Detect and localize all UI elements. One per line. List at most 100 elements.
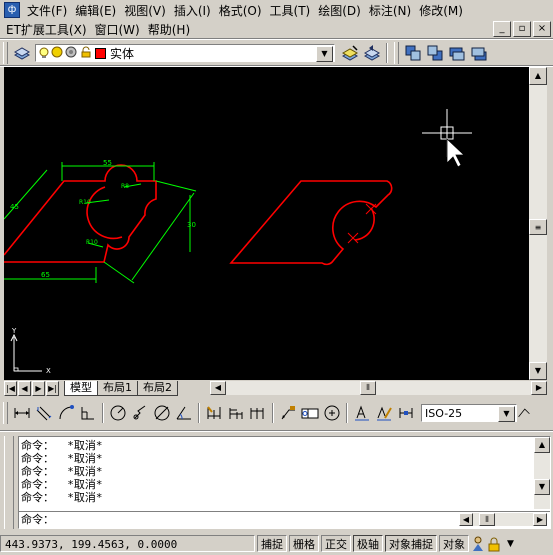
dim-bottom-line [4,267,97,283]
tab-layout2[interactable]: 布局2 [137,380,178,396]
command-scrollbar[interactable]: ▲ ▼ [534,437,550,509]
minimize-icon[interactable]: _ [493,21,511,37]
command-window-grip[interactable] [4,436,14,529]
horizontal-scrollbar[interactable]: ◀ ⦀ ▶ [210,381,547,395]
dim-diameter-icon[interactable] [151,402,173,424]
scroll-down-icon[interactable]: ▼ [534,479,550,495]
menu-format[interactable]: 格式(O) [215,2,266,19]
bring-to-front-icon[interactable] [402,42,424,64]
prev-tab-icon[interactable]: ◀ [18,380,31,396]
polar-toggle[interactable]: 极轴 [353,535,383,552]
osnap-toggle[interactable]: 对象捕捉 [385,535,437,552]
scroll-down-icon[interactable]: ▼ [529,362,547,380]
dim-edit-icon[interactable] [351,402,373,424]
scroll-right-icon[interactable]: ▶ [533,513,547,526]
first-tab-icon[interactable]: |◀ [4,380,17,396]
hscroll-thumb[interactable]: ⦀ [360,381,376,395]
quick-leader-icon[interactable] [277,402,299,424]
dim-top-text: 55 [103,159,112,167]
dim-ordinate-icon[interactable] [77,402,99,424]
tolerance-icon[interactable] [299,402,321,424]
menu-dimension[interactable]: 标注(N) [365,2,415,19]
dim-linear-icon[interactable] [11,402,33,424]
bring-above-icon[interactable] [446,42,468,64]
menu-modify[interactable]: 修改(M) [415,2,467,19]
menu-draw[interactable]: 绘图(D) [314,2,365,19]
scroll-thumb[interactable]: ≡ [529,219,547,235]
layer-previous-icon[interactable] [361,42,383,64]
dim-style-icon[interactable] [517,402,531,424]
send-to-back-icon[interactable] [424,42,446,64]
next-tab-icon[interactable]: ▶ [32,380,45,396]
dim-arc-length-icon[interactable] [55,402,77,424]
dim-aligned-icon[interactable] [33,402,55,424]
ucs-icon: Y X [10,327,51,375]
toolbar-lock-icon[interactable] [487,536,501,552]
app-icon[interactable]: ф [4,2,20,18]
menu-help[interactable]: 帮助(H) [144,21,194,38]
command-hscrollbar[interactable]: ◀ ⦀ ▶ [459,513,547,526]
left-part: 55 45 30 65 R8 R10 R10 [3,159,197,284]
dim-update-icon[interactable] [395,402,417,424]
layer-viewport-icon[interactable] [65,46,77,61]
toolbar-separator [198,403,200,423]
command-input-row[interactable]: 命令： ◀ ⦀ ▶ [19,511,550,528]
dim-bottom-text: 65 [41,271,50,279]
dim-right-line [103,180,197,284]
menu-window[interactable]: 窗口(W) [91,21,144,38]
menu-insert[interactable]: 插入(I) [170,2,215,19]
comm-center-icon[interactable] [471,536,485,552]
coordinate-readout[interactable]: 443.9373, 199.4563, 0.0000 [0,535,255,552]
menu-et-express[interactable]: ET扩展工具(X) [0,21,91,38]
grid-toggle[interactable]: 栅格 [289,535,319,552]
layer-lock-icon[interactable] [80,46,92,61]
layer-on-icon[interactable] [39,47,49,59]
menu-edit[interactable]: 编辑(E) [71,2,120,19]
scroll-left-icon[interactable]: ◀ [459,513,473,526]
vertical-scrollbar[interactable]: ▲ ≡ ▼ [529,67,547,380]
menu-tools[interactable]: 工具(T) [266,2,315,19]
dim-radius-icon[interactable] [107,402,129,424]
layer-thaw-icon[interactable] [51,46,63,61]
chevron-down-icon[interactable]: ▼ [498,406,515,422]
restore-icon[interactable]: ▫ [513,21,531,37]
dim-angular-icon[interactable] [173,402,195,424]
otrack-toggle[interactable]: 对象 [439,535,469,552]
tab-model[interactable]: 模型 [64,380,98,396]
toolbar-grip[interactable] [394,42,399,64]
last-tab-icon[interactable]: ▶| [46,380,59,396]
dim-jogged-icon[interactable] [129,402,151,424]
dim-text-edit-icon[interactable] [373,402,395,424]
toolbar-grip[interactable] [3,402,8,424]
scroll-right-icon[interactable]: ▶ [531,381,547,395]
dimension-toolbar: ISO-25 ▼ [0,400,531,426]
menu-view[interactable]: 视图(V) [120,2,170,19]
center-mark-icon[interactable] [321,402,343,424]
command-history: 命令： *取消* 命令： *取消* 命令： *取消* 命令： *取消* 命令： … [19,439,532,504]
dim-continue-icon[interactable] [247,402,269,424]
scroll-left-icon[interactable]: ◀ [210,381,226,395]
status-menu-chevron-icon[interactable]: ▼ [507,539,514,549]
layer-manager-icon[interactable] [11,42,33,64]
ortho-toggle[interactable]: 正交 [321,535,351,552]
layer-combo[interactable]: 实体 ▼ [35,44,335,62]
dim-r-mid-text: R10 [79,199,91,206]
dimstyle-combo[interactable]: ISO-25 ▼ [421,404,517,422]
toolbar-separator [272,403,274,423]
snap-toggle[interactable]: 捕捉 [257,535,287,552]
toolbar-grip[interactable] [3,42,8,64]
scroll-up-icon[interactable]: ▲ [529,67,547,85]
menu-file[interactable]: 文件(F) [23,2,71,19]
send-under-icon[interactable] [468,42,490,64]
tab-layout1[interactable]: 布局1 [97,380,138,396]
chevron-down-icon[interactable]: ▼ [316,46,333,62]
quick-dim-icon[interactable] [203,402,225,424]
drawing-canvas[interactable]: 55 45 30 65 R8 R10 R10 Y X [3,67,529,380]
close-icon[interactable]: × [533,21,551,37]
scroll-up-icon[interactable]: ▲ [534,437,550,453]
hscroll-thumb[interactable]: ⦀ [479,513,495,526]
tangent-marker-low [347,232,359,244]
right-part [229,180,393,266]
dim-baseline-icon[interactable] [225,402,247,424]
make-object-layer-current-icon[interactable] [339,42,361,64]
